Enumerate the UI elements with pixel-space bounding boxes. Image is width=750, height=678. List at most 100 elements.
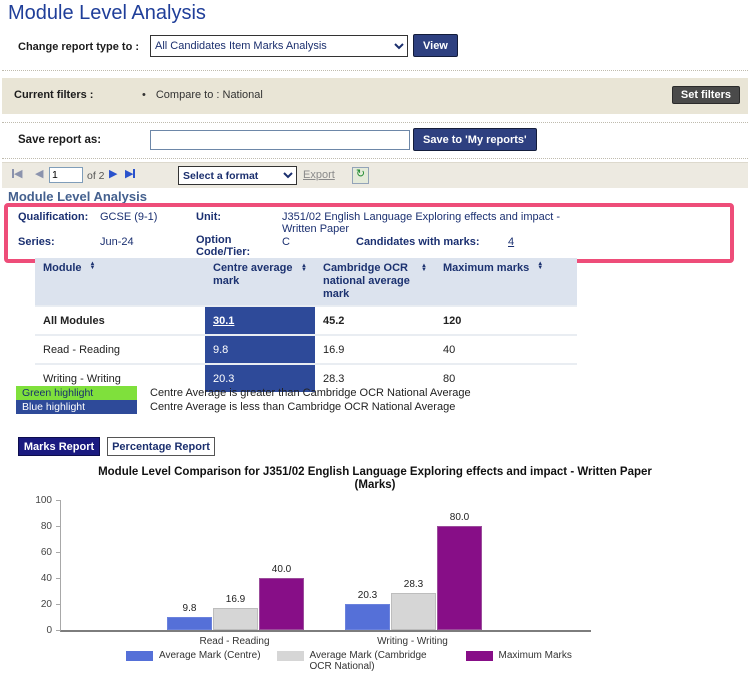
divider xyxy=(2,122,748,123)
module-comparison-bar-chart: 9.816.940.020.328.380.0 Average Mark (Ce… xyxy=(0,498,750,678)
export-link[interactable]: Export xyxy=(303,169,335,181)
chart-bar xyxy=(437,526,482,630)
sort-icon[interactable]: ▲▼ xyxy=(537,262,543,270)
chart-legend-item: Average Mark (Centre) xyxy=(126,650,261,661)
chart-bar xyxy=(259,578,304,630)
x-axis-category-label: Writing - Writing xyxy=(353,636,473,647)
legend-swatch-icon xyxy=(126,651,153,661)
series-value: Jun-24 xyxy=(100,236,134,248)
chart-bar xyxy=(213,608,258,630)
y-axis-tick-mark xyxy=(56,578,60,579)
maximum-marks-cell: 40 xyxy=(435,335,577,364)
chart-bar xyxy=(391,593,436,630)
legend-label: Maximum Marks xyxy=(499,650,572,661)
chart-legend: Average Mark (Centre) Average Mark (Cambr… xyxy=(126,650,572,672)
report-header-highlight-box: Qualification: GCSE (9-1) Unit: J351/02 … xyxy=(4,203,734,263)
refresh-icon[interactable]: ↻ xyxy=(352,167,369,184)
qualification-label: Qualification: xyxy=(18,211,88,223)
next-page-icon[interactable]: ▶ xyxy=(109,167,117,182)
y-axis-tick-label: 0 xyxy=(18,625,52,636)
module-level-analysis-page: Module Level Analysis Change report type… xyxy=(0,0,750,678)
y-axis-tick-mark xyxy=(56,630,60,631)
save-report-input[interactable] xyxy=(150,130,410,150)
centre-average-link[interactable]: 30.1 xyxy=(213,315,234,327)
page-number-input[interactable] xyxy=(49,167,83,183)
legend-swatch-icon xyxy=(277,651,304,661)
first-page-icon[interactable]: ◀ xyxy=(12,167,22,182)
report-pagination-toolbar: ◀ ◀ of 2 ▶ ▶ Select a format Export ↻ xyxy=(2,162,748,188)
report-type-select[interactable]: All Candidates Item Marks Analysis xyxy=(150,35,408,57)
legend-label: Average Mark (Cambridge OCR National) xyxy=(310,650,450,672)
y-axis-tick-label: 40 xyxy=(18,573,52,584)
maximum-marks-cell: 120 xyxy=(435,306,577,335)
report-type-label: Change report type to : xyxy=(18,41,139,53)
set-filters-button[interactable]: Set filters xyxy=(672,86,740,104)
y-axis-tick-label: 80 xyxy=(18,521,52,532)
legend-label: Average Mark (Centre) xyxy=(159,650,261,661)
table-row: Read - Reading 9.8 16.9 40 xyxy=(35,335,577,364)
y-axis-tick-label: 100 xyxy=(18,495,52,506)
candidates-with-marks-link[interactable]: 4 xyxy=(508,236,514,248)
chart-bar xyxy=(345,604,390,630)
filter-item-text: Compare to : National xyxy=(156,89,263,101)
page-count-label: of 2 xyxy=(87,170,105,182)
sort-icon[interactable]: ▲▼ xyxy=(90,262,96,270)
table-header-row: Module▲▼ Centre average mark▲▼ Cambridge… xyxy=(35,258,577,306)
divider xyxy=(2,158,748,159)
candidates-with-marks-label: Candidates with marks: xyxy=(356,236,479,248)
sort-icon[interactable]: ▲▼ xyxy=(421,264,427,272)
section-title: Module Level Analysis xyxy=(8,189,147,204)
chart-title: Module Level Comparison for J351/02 Engl… xyxy=(85,466,665,492)
series-label: Series: xyxy=(18,236,55,248)
tab-marks-report[interactable]: Marks Report xyxy=(18,437,100,456)
blue-highlight-description: Centre Average is less than Cambridge OC… xyxy=(150,400,630,414)
bar-value-label: 80.0 xyxy=(427,512,492,523)
chart-legend-item: Maximum Marks xyxy=(466,650,572,661)
tab-percentage-report[interactable]: Percentage Report xyxy=(107,437,215,456)
chart-plot-area: 9.816.940.020.328.380.0 xyxy=(60,500,591,632)
bar-value-label: 40.0 xyxy=(249,564,314,575)
divider xyxy=(2,70,748,71)
y-axis-tick-mark xyxy=(56,500,60,501)
y-axis-tick-mark xyxy=(56,552,60,553)
y-axis-tick-mark xyxy=(56,604,60,605)
green-highlight-description: Centre Average is greater than Cambridge… xyxy=(150,386,630,400)
module-name: Read - Reading xyxy=(35,335,205,364)
module-marks-table: Module▲▼ Centre average mark▲▼ Cambridge… xyxy=(35,258,577,392)
bullet-icon: • xyxy=(142,89,146,101)
legend-swatch-icon xyxy=(466,651,493,661)
current-filters-label: Current filters : xyxy=(14,89,93,101)
last-page-icon[interactable]: ▶ xyxy=(125,167,135,182)
y-axis-tick-mark xyxy=(56,526,60,527)
unit-value: J351/02 English Language Exploring effec… xyxy=(282,211,570,235)
blue-highlight-swatch: Blue highlight xyxy=(16,400,137,414)
view-button[interactable]: View xyxy=(413,34,458,57)
page-title: Module Level Analysis xyxy=(8,2,206,25)
national-average-cell: 45.2 xyxy=(315,306,435,335)
previous-page-icon[interactable]: ◀ xyxy=(35,167,43,182)
chart-legend-item: Average Mark (Cambridge OCR National) xyxy=(277,650,450,672)
module-name: All Modules xyxy=(35,306,205,335)
national-average-cell: 16.9 xyxy=(315,335,435,364)
sort-icon[interactable]: ▲▼ xyxy=(301,264,307,272)
y-axis-tick-label: 20 xyxy=(18,599,52,610)
column-header-module[interactable]: Module▲▼ xyxy=(35,258,205,306)
column-header-maximum-marks[interactable]: Maximum marks▲▼ xyxy=(435,258,577,306)
centre-average-cell: 30.1 xyxy=(205,306,315,335)
export-format-select[interactable]: Select a format xyxy=(178,166,297,185)
green-highlight-swatch: Green highlight xyxy=(16,386,137,400)
y-axis-tick-label: 60 xyxy=(18,547,52,558)
column-header-national-average[interactable]: Cambridge OCR national average mark▲▼ xyxy=(315,258,435,306)
current-filters-bar: Current filters : • Compare to : National… xyxy=(2,78,748,114)
unit-label: Unit: xyxy=(196,211,221,223)
qualification-value: GCSE (9-1) xyxy=(100,211,157,223)
centre-average-cell: 9.8 xyxy=(205,335,315,364)
option-code-tier-value: C xyxy=(282,236,290,248)
save-report-label: Save report as: xyxy=(18,134,101,146)
option-code-tier-label: Option Code/Tier: xyxy=(196,234,266,258)
column-header-centre-average[interactable]: Centre average mark▲▼ xyxy=(205,258,315,306)
table-row: All Modules 30.1 45.2 120 xyxy=(35,306,577,335)
x-axis-category-label: Read - Reading xyxy=(175,636,295,647)
filter-item: • Compare to : National xyxy=(142,89,263,101)
save-to-my-reports-button[interactable]: Save to 'My reports' xyxy=(413,128,537,151)
